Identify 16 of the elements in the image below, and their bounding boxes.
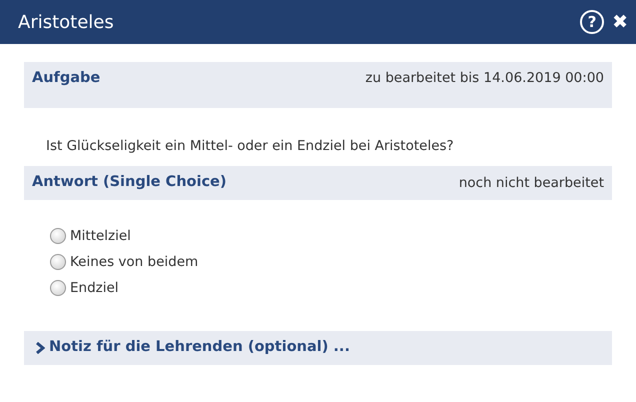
section-heading: Aufgabe (32, 69, 100, 88)
question-text: Ist Glückseligkeit ein Mittel- oder ein Endziel bei Aristoteles? (46, 138, 454, 154)
section-heading: Antwort (Single Choice) (32, 173, 227, 192)
radio-button[interactable] (50, 280, 66, 296)
option-label: Endziel (70, 279, 119, 298)
window-title: Aristoteles (18, 10, 114, 34)
status-text: noch nicht bearbeitet (458, 174, 604, 194)
deadline-text: zu bearbeitet bis 14.06.2019 00:00 (365, 69, 604, 88)
help-button[interactable]: ? (580, 10, 604, 34)
radio-button[interactable] (50, 228, 66, 244)
radio-button[interactable] (50, 254, 66, 270)
option-label: Keines von beidem (70, 253, 198, 272)
option-label: Mittelziel (70, 227, 131, 246)
chevron-icon (35, 342, 45, 354)
note-toggle[interactable]: Notiz für die Lehrenden (optional) ... (35, 337, 350, 360)
close-button[interactable]: ✖ (612, 8, 628, 36)
